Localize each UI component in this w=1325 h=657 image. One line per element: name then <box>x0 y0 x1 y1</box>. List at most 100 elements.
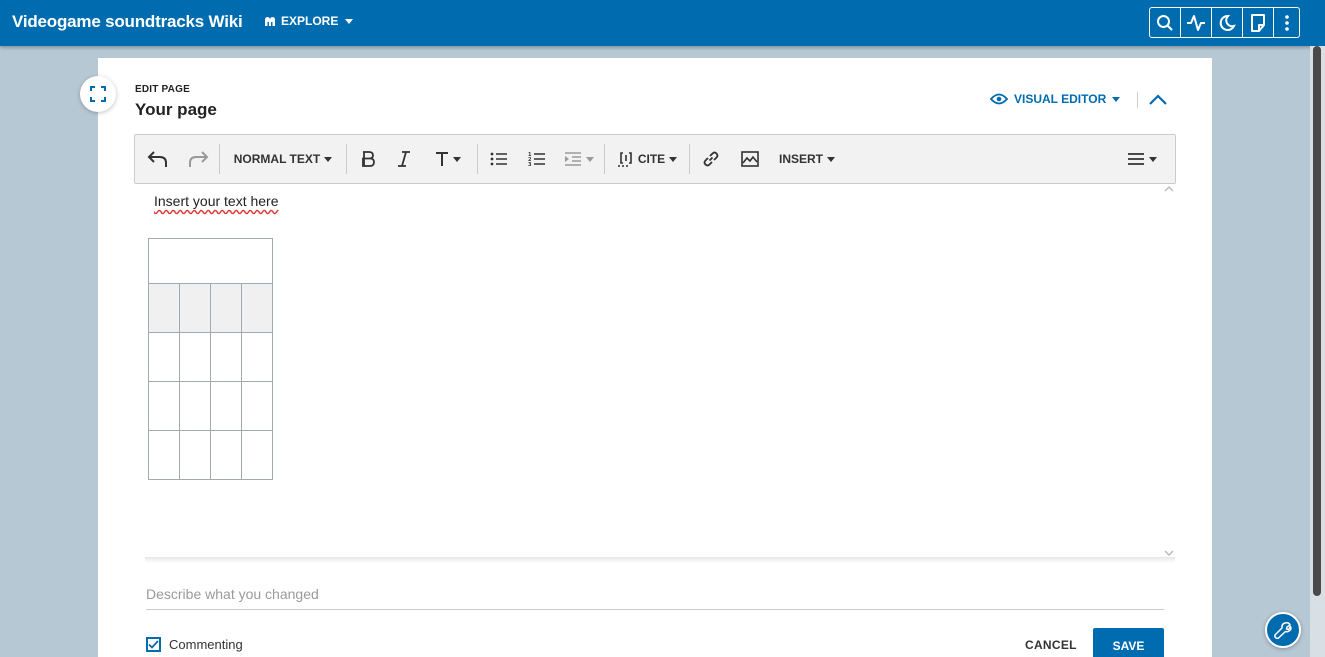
editor-content[interactable]: Insert your text here <box>134 184 1176 559</box>
table-cell[interactable] <box>148 381 180 431</box>
table-header-cell[interactable] <box>241 283 273 333</box>
table-cell[interactable] <box>179 381 211 431</box>
chevron-down-icon <box>1149 156 1157 162</box>
bold-icon <box>362 151 375 167</box>
commenting-toggle[interactable]: Commenting <box>146 637 243 652</box>
numbered-list-icon: 123 <box>528 152 545 167</box>
table-cell[interactable] <box>210 381 242 431</box>
recent-activity-button[interactable] <box>1181 8 1212 37</box>
undo-button[interactable] <box>135 135 181 183</box>
toolbar-divider <box>604 144 605 174</box>
expand-icon <box>90 86 106 102</box>
commenting-label: Commenting <box>169 637 243 652</box>
indent-icon <box>565 152 581 166</box>
chevron-down-icon <box>345 18 354 24</box>
chevron-down-icon <box>324 156 333 162</box>
toolbar-divider <box>346 144 347 174</box>
save-button[interactable]: SAVE <box>1093 628 1164 657</box>
explore-menu[interactable]: EXPLORE <box>264 14 354 28</box>
page-icon <box>1251 13 1265 32</box>
chevron-down-icon <box>586 156 594 162</box>
explore-label: EXPLORE <box>281 14 339 28</box>
page-tools-button[interactable] <box>1243 8 1274 37</box>
more-icon <box>1284 14 1289 31</box>
cancel-button[interactable]: CANCEL <box>1025 638 1077 652</box>
divider <box>1137 92 1138 108</box>
table-header-cell[interactable] <box>210 283 242 333</box>
chevron-down-icon[interactable] <box>1164 549 1174 557</box>
page-scrollbar[interactable] <box>1310 46 1325 657</box>
theme-toggle-button[interactable] <box>1212 8 1243 37</box>
search-icon <box>1157 14 1173 31</box>
collapse-button[interactable] <box>1148 92 1168 111</box>
table-header-cell[interactable] <box>148 283 180 333</box>
table-cell[interactable] <box>179 430 211 480</box>
editor-body-text[interactable]: Insert your text here <box>154 193 279 209</box>
cite-icon <box>617 152 632 167</box>
toolbar-divider <box>477 144 478 174</box>
global-tools-button[interactable] <box>1265 612 1301 648</box>
editor-toolbar: NORMAL TEXT 123 CITE INSERT <box>134 134 1176 184</box>
editor-mode-switch[interactable]: VISUAL EDITOR <box>990 92 1121 106</box>
menu-icon <box>1128 153 1144 165</box>
explore-icon <box>265 16 275 26</box>
redo-button[interactable] <box>181 135 215 183</box>
paragraph-format-dropdown[interactable]: NORMAL TEXT <box>224 135 342 183</box>
page-title: Your page <box>135 100 217 119</box>
insert-dropdown[interactable]: INSERT <box>772 135 842 183</box>
undo-icon <box>147 151 167 167</box>
table-cell[interactable] <box>148 332 180 382</box>
bullet-list-icon <box>490 152 507 166</box>
insert-label: INSERT <box>778 152 823 166</box>
table-cell[interactable] <box>241 381 273 431</box>
activity-icon <box>1187 14 1205 31</box>
numbered-list-button[interactable]: 123 <box>516 135 558 183</box>
fullscreen-button[interactable] <box>80 76 116 112</box>
chevron-up-icon[interactable] <box>1164 185 1174 193</box>
cite-label: CITE <box>637 152 666 166</box>
top-navigation-bar: Videogame soundtracks Wiki EXPLORE <box>0 0 1325 46</box>
toolbar-divider <box>219 144 220 174</box>
paragraph-format-label: NORMAL TEXT <box>233 152 321 166</box>
bullet-list-button[interactable] <box>482 135 516 183</box>
moon-icon <box>1219 14 1236 31</box>
image-button[interactable] <box>728 135 772 183</box>
editor-mode-label: VISUAL EDITOR <box>1014 92 1107 106</box>
editor-divider <box>145 557 1175 563</box>
more-options-button[interactable] <box>1274 8 1299 37</box>
cite-dropdown[interactable]: CITE <box>609 135 685 183</box>
bold-button[interactable] <box>351 135 385 183</box>
table-cell[interactable] <box>179 332 211 382</box>
edit-summary-field[interactable] <box>146 586 1164 610</box>
site-title[interactable]: Videogame soundtracks Wiki <box>12 12 243 32</box>
chevron-down-icon <box>669 156 678 162</box>
wrench-icon <box>1274 622 1292 639</box>
link-button[interactable] <box>694 135 728 183</box>
scrollbar-thumb[interactable] <box>1313 46 1321 596</box>
table-cell[interactable] <box>210 430 242 480</box>
table-caption-cell[interactable] <box>148 238 273 284</box>
top-icon-group <box>1149 7 1300 38</box>
chevron-up-icon <box>1149 94 1167 105</box>
chevron-down-icon <box>1112 96 1121 102</box>
indent-dropdown[interactable] <box>558 135 600 183</box>
italic-button[interactable] <box>385 135 423 183</box>
text-style-dropdown[interactable] <box>423 135 473 183</box>
table-cell[interactable] <box>241 430 273 480</box>
chevron-down-icon <box>827 156 835 162</box>
content-table[interactable] <box>148 238 273 480</box>
text-style-icon <box>436 152 448 166</box>
table-header-cell[interactable] <box>179 283 211 333</box>
redo-icon <box>189 151 209 167</box>
checkmark-icon <box>148 640 159 649</box>
edit-summary-input[interactable] <box>146 586 1164 602</box>
table-cell[interactable] <box>241 332 273 382</box>
table-cell[interactable] <box>148 430 180 480</box>
search-button[interactable] <box>1150 8 1181 37</box>
eye-icon <box>990 93 1008 105</box>
toolbar-divider <box>689 144 690 174</box>
chevron-down-icon <box>453 156 461 162</box>
more-tools-dropdown[interactable] <box>1115 135 1169 183</box>
commenting-checkbox[interactable] <box>146 637 161 652</box>
table-cell[interactable] <box>210 332 242 382</box>
